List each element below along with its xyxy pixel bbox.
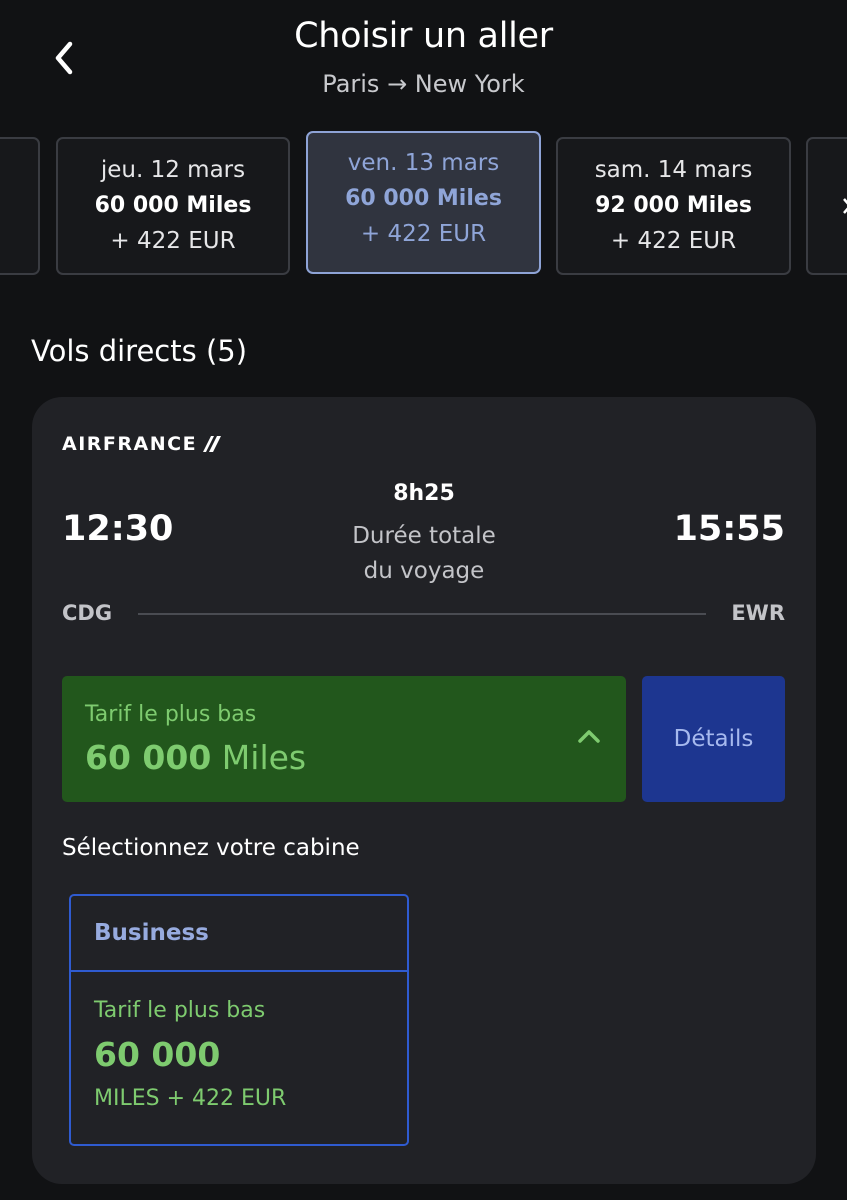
route-subtitle: Paris → New York [322, 70, 525, 98]
duration-label-line2: du voyage [363, 558, 485, 584]
flight-duration: 8h25 [393, 481, 455, 506]
date-label: sam. 14 mars [594, 157, 753, 183]
duration-label-line1: Durée totale [352, 523, 496, 549]
date-eur: + 422 EUR [360, 221, 487, 247]
chevron-right-icon [842, 197, 847, 219]
chevron-up-icon [578, 728, 600, 747]
departure-airport: CDG [62, 601, 113, 625]
airline-slash-icon [203, 436, 222, 452]
fare-value: 60 000 Miles [85, 738, 306, 777]
fare-label: Tarif le plus bas [85, 702, 257, 727]
direct-flights-heading: Vols directs (5) [31, 334, 248, 368]
duration-label: Durée totale du voyage [324, 519, 524, 589]
cabin-prompt: Sélectionnez votre cabine [62, 835, 360, 861]
date-miles: 60 000 Miles [345, 186, 502, 211]
arrival-airport: EWR [731, 601, 785, 625]
date-miles: 60 000 Miles [94, 193, 252, 218]
date-card-sat-14[interactable]: sam. 14 mars 92 000 Miles + 422 EUR [556, 137, 791, 275]
cabin-fare-sub: MILES + 422 EUR [94, 1086, 287, 1111]
cabin-fare-label: Tarif le plus bas [94, 998, 266, 1023]
fare-amount: 60 000 [85, 738, 212, 777]
airline-logo: AIRFRANCE [62, 433, 222, 455]
date-label: jeu. 12 mars [100, 157, 246, 183]
details-button[interactable]: Détails [642, 676, 785, 802]
date-card-fri-13-selected[interactable]: ven. 13 mars 60 000 Miles + 422 EUR [306, 131, 541, 274]
date-miles: 92 000 Miles [595, 193, 752, 218]
arrival-time: 15:55 [673, 509, 785, 549]
lowest-fare-toggle[interactable]: Tarif le plus bas 60 000 Miles [62, 676, 626, 802]
flight-card: AIRFRANCE 12:30 8h25 Durée totale du voy… [32, 397, 816, 1184]
date-card-prev[interactable] [0, 137, 40, 275]
date-eur: + 422 EUR [610, 228, 737, 254]
cabin-name: Business [71, 896, 407, 972]
date-card-thu-12[interactable]: jeu. 12 mars 60 000 Miles + 422 EUR [56, 137, 290, 275]
cabin-option-business[interactable]: Business Tarif le plus bas 60 000 MILES … [69, 894, 409, 1146]
date-card-next[interactable] [806, 137, 847, 275]
date-label: ven. 13 mars [347, 150, 500, 176]
cabin-fare-amount: 60 000 [94, 1035, 221, 1074]
departure-time: 12:30 [62, 509, 174, 549]
fare-unit: Miles [221, 738, 307, 777]
airline-name: AIRFRANCE [62, 433, 198, 455]
route-line [138, 613, 706, 615]
date-eur: + 422 EUR [110, 228, 236, 254]
page-title: Choisir un aller [294, 16, 553, 56]
